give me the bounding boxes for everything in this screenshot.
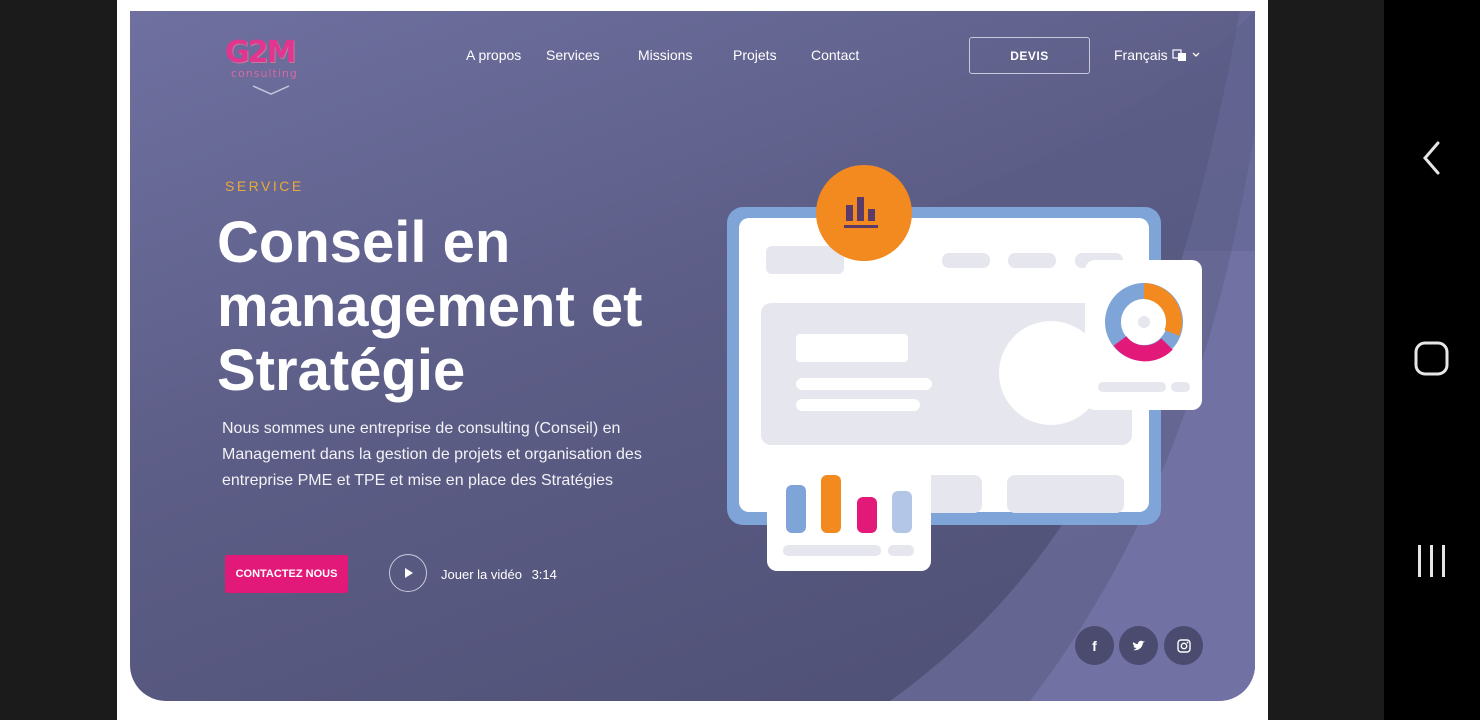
nav-item-contact[interactable]: Contact xyxy=(811,47,859,63)
nav-item-missions[interactable]: Missions xyxy=(638,47,692,63)
play-icon xyxy=(405,568,413,578)
facebook-icon: f xyxy=(1092,637,1097,654)
headline-line-1: Conseil en xyxy=(217,210,511,275)
hero-headline: Conseil en management et Stratégie xyxy=(217,211,697,403)
logo-subtext: consulting xyxy=(231,67,298,80)
video-label-text: Jouer la vidéo xyxy=(441,567,522,582)
headline-line-2: management et xyxy=(217,274,643,339)
android-nav-bar xyxy=(1384,0,1480,720)
devis-button[interactable]: DEVIS xyxy=(969,37,1090,74)
play-video-button[interactable] xyxy=(389,554,427,592)
back-icon[interactable] xyxy=(1420,140,1444,176)
video-duration: 3:14 xyxy=(531,567,557,582)
dashboard-illustration xyxy=(727,165,1202,571)
translate-icon xyxy=(1172,49,1186,61)
nav-item-services[interactable]: Services xyxy=(546,47,600,63)
hero-overline: SERVICE xyxy=(225,178,304,194)
video-label[interactable]: Jouer la vidéo 3:14 xyxy=(441,567,557,582)
nav-item-projets[interactable]: Projets xyxy=(733,47,777,63)
instagram-button[interactable] xyxy=(1164,626,1203,665)
chevron-down-icon xyxy=(1192,52,1200,57)
hero-description: Nous sommes une entreprise de consulting… xyxy=(222,420,642,489)
instagram-icon xyxy=(1176,638,1191,653)
nav-item-a-propos[interactable]: A propos xyxy=(466,47,521,63)
twitter-icon xyxy=(1132,640,1145,650)
recent-apps-icon[interactable] xyxy=(1416,544,1448,578)
headline-line-3: Stratégie xyxy=(217,338,466,403)
twitter-button[interactable] xyxy=(1119,626,1158,665)
contact-button[interactable]: CONTACTEZ NOUS xyxy=(225,555,348,593)
logo-chevron-icon xyxy=(252,85,290,95)
logo-text: G2M xyxy=(225,35,296,70)
company-logo[interactable]: G2M consulting xyxy=(225,35,315,95)
hero-section: G2M consulting A propos Services Mission… xyxy=(130,11,1255,701)
facebook-button[interactable]: f xyxy=(1075,626,1114,665)
language-selector[interactable]: Français xyxy=(1114,47,1200,63)
language-label: Français xyxy=(1114,47,1168,63)
home-icon[interactable] xyxy=(1414,341,1450,377)
